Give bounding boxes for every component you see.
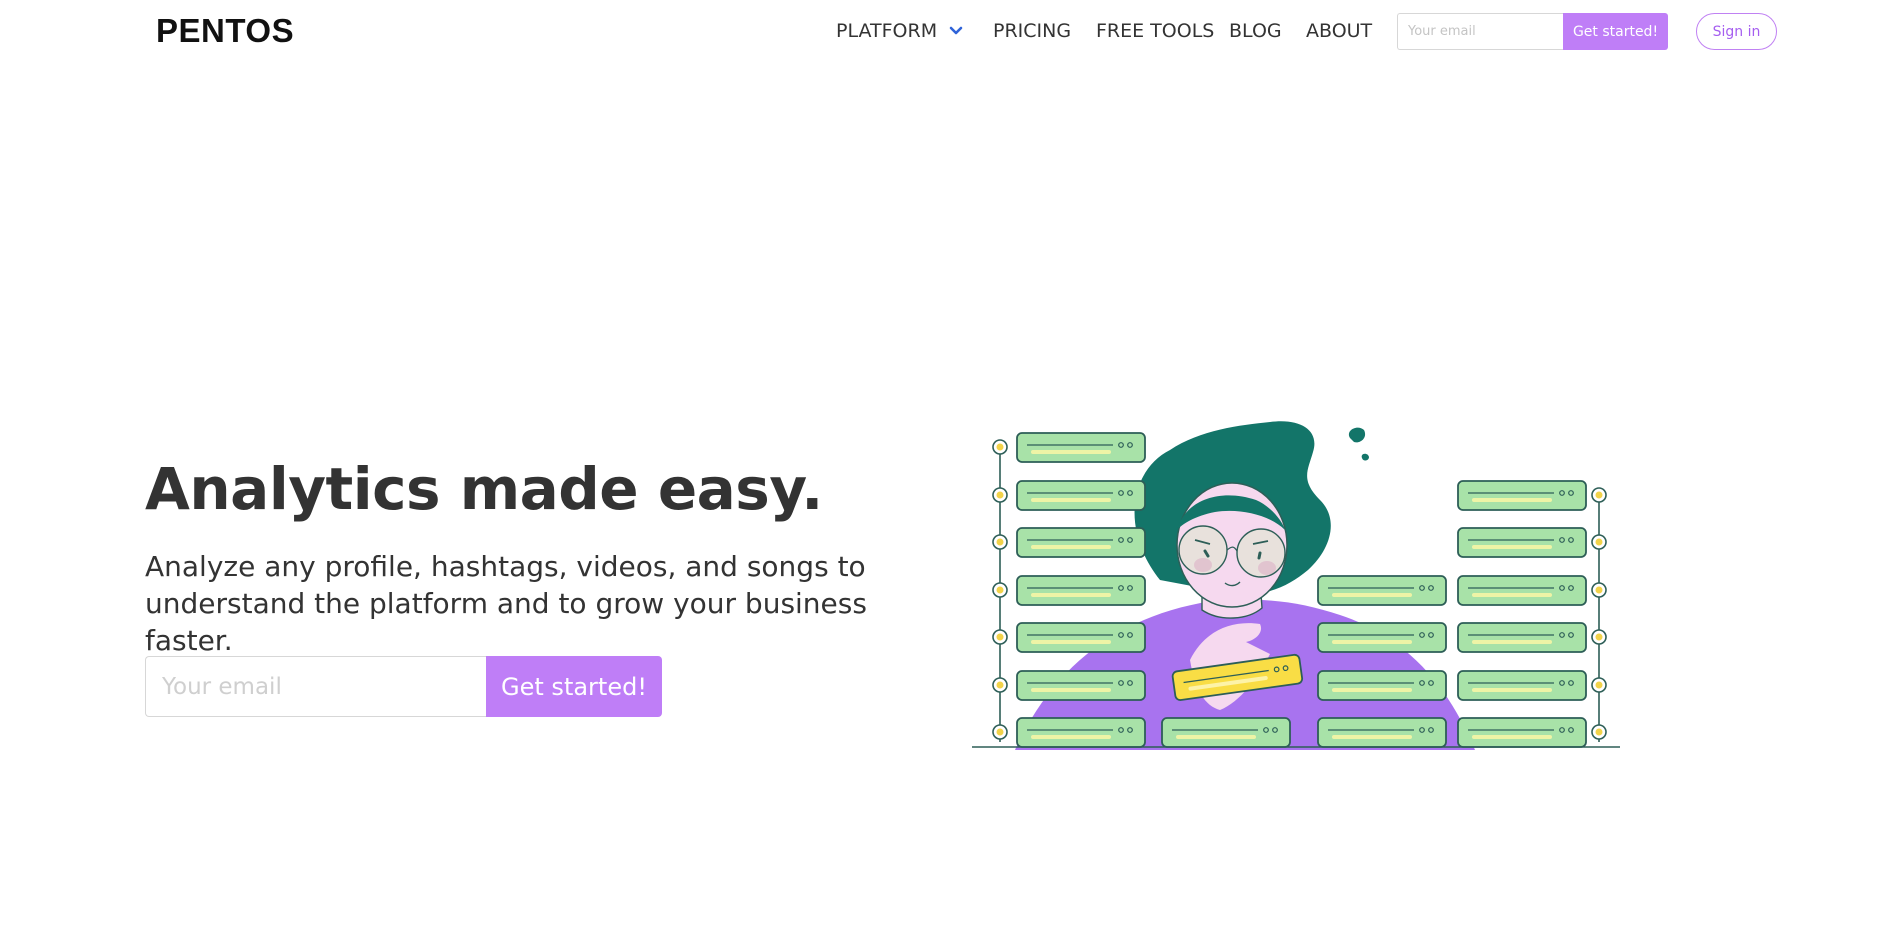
chevron-down-icon <box>949 26 963 35</box>
hero-illustration <box>972 421 1620 750</box>
nav-pricing[interactable]: PRICING <box>993 20 1071 42</box>
header-get-started-button[interactable]: Get started! <box>1563 13 1668 50</box>
sign-in-button[interactable]: Sign in <box>1696 13 1777 50</box>
nav-free-tools[interactable]: FREE TOOLS <box>1096 20 1214 42</box>
hero-title: Analytics made easy. <box>145 455 823 523</box>
nav-blog[interactable]: BLOG <box>1229 20 1282 42</box>
nav-platform-label: PLATFORM <box>836 20 938 42</box>
logo[interactable]: PENTOS <box>156 12 294 50</box>
hero-email-input[interactable] <box>145 656 486 717</box>
hero-get-started-button[interactable]: Get started! <box>486 656 662 717</box>
nav-platform[interactable]: PLATFORM <box>836 20 963 42</box>
nav-about[interactable]: ABOUT <box>1306 20 1372 42</box>
hero-subtitle: Analyze any profile, hashtags, videos, a… <box>145 550 867 657</box>
header-email-input[interactable] <box>1397 13 1563 50</box>
